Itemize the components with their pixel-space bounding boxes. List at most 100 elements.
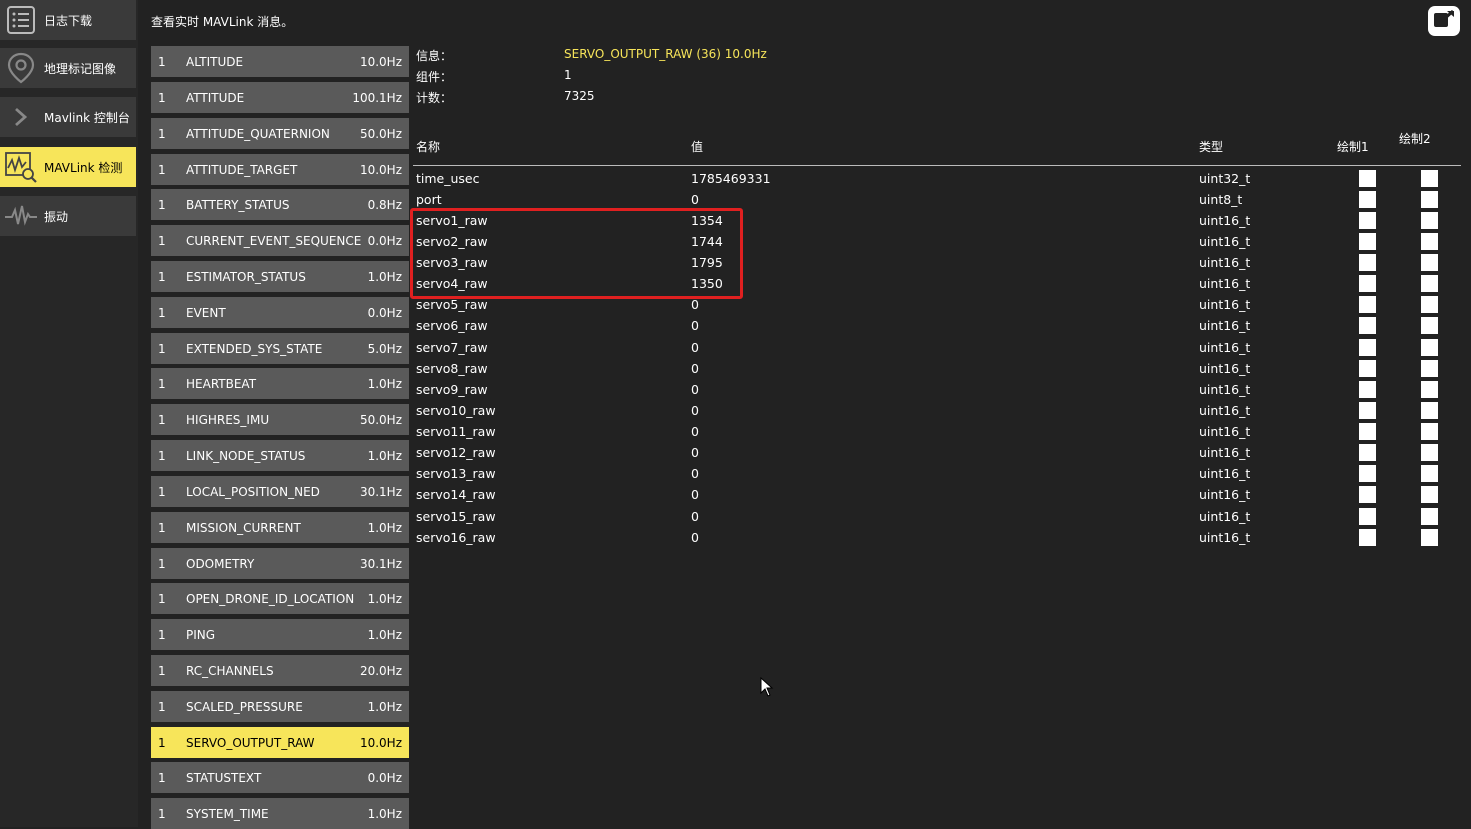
message-row[interactable]: 1 OPEN_DRONE_ID_LOCATION 1.0Hz	[151, 583, 409, 614]
field-row: port 0 uint8_t	[413, 189, 1461, 210]
plot1-checkbox[interactable]	[1359, 317, 1376, 334]
plot2-checkbox[interactable]	[1421, 170, 1438, 187]
plot1-checkbox[interactable]	[1359, 529, 1376, 546]
plot2-checkbox[interactable]	[1421, 423, 1438, 440]
field-value: 0	[691, 318, 699, 333]
field-type: uint16_t	[1199, 466, 1251, 481]
message-row[interactable]: 1 PING 1.0Hz	[151, 619, 409, 650]
message-rate: 20.0Hz	[359, 663, 402, 678]
message-row[interactable]: 1 RC_CHANNELS 20.0Hz	[151, 655, 409, 686]
mouse-cursor-icon	[760, 676, 774, 701]
field-type: uint16_t	[1199, 509, 1251, 524]
field-name: servo5_raw	[416, 297, 488, 312]
plot2-checkbox[interactable]	[1421, 233, 1438, 250]
plot1-checkbox[interactable]	[1359, 402, 1376, 419]
list-icon	[3, 2, 39, 38]
plot1-checkbox[interactable]	[1359, 339, 1376, 356]
field-value: 0	[691, 340, 699, 355]
message-row[interactable]: 1 HIGHRES_IMU 50.0Hz	[151, 404, 409, 435]
message-row[interactable]: 1 HEARTBEAT 1.0Hz	[151, 368, 409, 399]
message-name: RC_CHANNELS	[186, 663, 274, 678]
message-row[interactable]: 1 CURRENT_EVENT_SEQUENCE 0.0Hz	[151, 225, 409, 256]
message-component: 1	[158, 376, 166, 391]
message-row[interactable]: 1 EXTENDED_SYS_STATE 5.0Hz	[151, 333, 409, 364]
plot1-checkbox[interactable]	[1359, 423, 1376, 440]
message-name: ATTITUDE_QUATERNION	[186, 126, 330, 141]
field-row: servo7_raw 0 uint16_t	[413, 337, 1461, 358]
message-row[interactable]: 1 LOCAL_POSITION_NED 30.1Hz	[151, 476, 409, 507]
message-row[interactable]: 1 SCALED_PRESSURE 1.0Hz	[151, 691, 409, 722]
plot2-checkbox[interactable]	[1421, 486, 1438, 503]
message-row[interactable]: 1 STATUSTEXT 0.0Hz	[151, 762, 409, 793]
plot2-checkbox[interactable]	[1421, 360, 1438, 377]
message-component: 1	[158, 770, 166, 785]
message-row[interactable]: 1 ODOMETRY 30.1Hz	[151, 548, 409, 579]
plot1-checkbox[interactable]	[1359, 275, 1376, 292]
plot1-checkbox[interactable]	[1359, 508, 1376, 525]
message-name: ODOMETRY	[186, 556, 255, 571]
message-row[interactable]: 1 ESTIMATOR_STATUS 1.0Hz	[151, 261, 409, 292]
plot2-checkbox[interactable]	[1421, 254, 1438, 271]
message-row[interactable]: 1 ATTITUDE_QUATERNION 50.0Hz	[151, 118, 409, 149]
popout-button[interactable]	[1428, 6, 1460, 36]
sidebar-item-geotag-images[interactable]: 地理标记图像	[0, 48, 136, 88]
plot1-checkbox[interactable]	[1359, 444, 1376, 461]
message-info-value: SERVO_OUTPUT_RAW (36) 10.0Hz	[564, 47, 767, 61]
field-type: uint16_t	[1199, 361, 1251, 376]
message-row[interactable]: 1 SYSTEM_TIME 1.0Hz	[151, 798, 409, 829]
chevron-right-icon	[3, 99, 39, 135]
plot1-checkbox[interactable]	[1359, 381, 1376, 398]
plot1-checkbox[interactable]	[1359, 254, 1376, 271]
field-row: servo6_raw 0 uint16_t	[413, 315, 1461, 336]
message-row[interactable]: 1 ATTITUDE_TARGET 10.0Hz	[151, 154, 409, 185]
message-component: 1	[158, 305, 166, 320]
plot2-checkbox[interactable]	[1421, 275, 1438, 292]
plot1-checkbox[interactable]	[1359, 296, 1376, 313]
sidebar-item-mavlink-inspector[interactable]: MAVLink 检测	[0, 147, 136, 187]
field-name: servo12_raw	[416, 445, 496, 460]
plot2-checkbox[interactable]	[1421, 529, 1438, 546]
plot2-checkbox[interactable]	[1421, 339, 1438, 356]
plot1-checkbox[interactable]	[1359, 486, 1376, 503]
message-row[interactable]: 1 LINK_NODE_STATUS 1.0Hz	[151, 440, 409, 471]
column-header-plot1: 绘制1	[1337, 140, 1369, 154]
plot2-checkbox[interactable]	[1421, 212, 1438, 229]
plot1-checkbox[interactable]	[1359, 360, 1376, 377]
message-component: 1	[158, 162, 166, 177]
message-row[interactable]: 1 MISSION_CURRENT 1.0Hz	[151, 512, 409, 543]
message-name: ESTIMATOR_STATUS	[186, 269, 306, 284]
message-rate: 5.0Hz	[367, 341, 402, 356]
sidebar-item-mavlink-console[interactable]: Mavlink 控制台	[0, 97, 136, 137]
sidebar-item-vibration[interactable]: 振动	[0, 196, 136, 236]
field-type: uint16_t	[1199, 487, 1251, 502]
plot1-checkbox[interactable]	[1359, 170, 1376, 187]
plot2-checkbox[interactable]	[1421, 191, 1438, 208]
sidebar-item-log-download[interactable]: 日志下载	[0, 0, 136, 40]
plot2-checkbox[interactable]	[1421, 444, 1438, 461]
plot2-checkbox[interactable]	[1421, 296, 1438, 313]
message-row[interactable]: 1 ATTITUDE 100.1Hz	[151, 82, 409, 113]
field-value: 0	[691, 445, 699, 460]
message-name: MISSION_CURRENT	[186, 520, 301, 535]
message-rate: 1.0Hz	[367, 520, 402, 535]
plot2-checkbox[interactable]	[1421, 317, 1438, 334]
message-row[interactable]: 1 BATTERY_STATUS 0.8Hz	[151, 189, 409, 220]
message-component: 1	[158, 54, 166, 69]
plot1-checkbox[interactable]	[1359, 233, 1376, 250]
field-value: 0	[691, 424, 699, 439]
message-row[interactable]: 1 ALTITUDE 10.0Hz	[151, 46, 409, 77]
plot2-checkbox[interactable]	[1421, 402, 1438, 419]
plot1-checkbox[interactable]	[1359, 212, 1376, 229]
plot1-checkbox[interactable]	[1359, 465, 1376, 482]
plot1-checkbox[interactable]	[1359, 191, 1376, 208]
message-row-selected[interactable]: 1 SERVO_OUTPUT_RAW 10.0Hz	[151, 727, 409, 758]
component-label: 组件：	[416, 70, 453, 84]
field-value: 0	[691, 297, 699, 312]
plot2-checkbox[interactable]	[1421, 465, 1438, 482]
message-row[interactable]: 1 EVENT 0.0Hz	[151, 297, 409, 328]
field-row: servo9_raw 0 uint16_t	[413, 379, 1461, 400]
plot2-checkbox[interactable]	[1421, 508, 1438, 525]
message-info-label: 信息：	[416, 49, 453, 63]
message-name: ALTITUDE	[186, 54, 244, 69]
plot2-checkbox[interactable]	[1421, 381, 1438, 398]
